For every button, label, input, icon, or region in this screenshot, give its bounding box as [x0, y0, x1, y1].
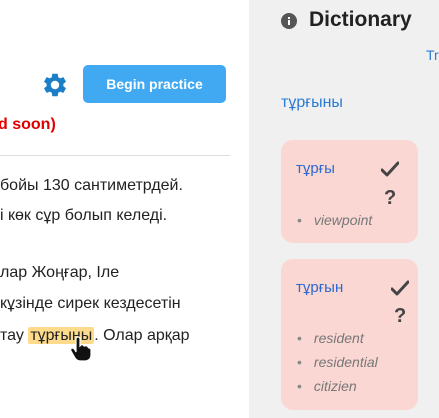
bullet-icon: • — [297, 378, 302, 394]
dictionary-entry-card: тұрғын ? • resident • residential • citizie… — [281, 259, 418, 410]
definition-text: residential — [313, 354, 378, 370]
entry-word[interactable]: тұрғы — [296, 160, 335, 177]
passage-line: тау тұрғыны. Олар арқар — [0, 327, 190, 345]
begin-practice-button[interactable]: Begin practice — [83, 65, 226, 103]
translate-link[interactable]: Tr — [426, 47, 439, 63]
divider — [0, 155, 230, 156]
passage-line: кұзінде сирек кездесетін — [0, 295, 181, 312]
definition-item: • citizien — [297, 378, 357, 394]
passage-line: бойы 130 сантиметрдей. — [0, 177, 183, 194]
entry-word[interactable]: тұрғын — [296, 279, 343, 296]
bullet-icon: • — [297, 354, 302, 370]
passage-line: лар Жоңғар, Іле — [0, 264, 120, 281]
hand-cursor-icon — [70, 336, 92, 362]
passage-text: тау — [0, 327, 24, 344]
passage-text: . Олар арқар — [94, 327, 190, 344]
check-icon[interactable] — [391, 280, 409, 296]
definition-text: resident — [313, 330, 364, 346]
status-notice: d soon) — [0, 116, 56, 133]
question-icon[interactable]: ? — [394, 305, 406, 328]
passage-line: і көк сұр болып келеді. — [0, 207, 168, 224]
reader-pane: Begin practice d soon) бойы 130 сантимет… — [0, 0, 249, 418]
check-icon[interactable] — [381, 161, 399, 177]
bullet-icon: • — [297, 212, 302, 228]
dictionary-entry-card: тұрғы ? • viewpoint — [281, 140, 418, 243]
gear-icon[interactable] — [41, 71, 69, 99]
definition-text: viewpoint — [313, 212, 373, 228]
question-icon[interactable]: ? — [384, 187, 396, 210]
definition-item: • viewpoint — [297, 212, 372, 228]
dictionary-title: Dictionary — [309, 8, 412, 31]
definition-text: citizien — [313, 378, 357, 394]
definition-item: • resident — [297, 330, 364, 346]
definition-item: • residential — [297, 354, 378, 370]
searched-word[interactable]: тұрғыны — [281, 94, 343, 112]
info-icon[interactable] — [281, 13, 297, 29]
bullet-icon: • — [297, 330, 302, 346]
